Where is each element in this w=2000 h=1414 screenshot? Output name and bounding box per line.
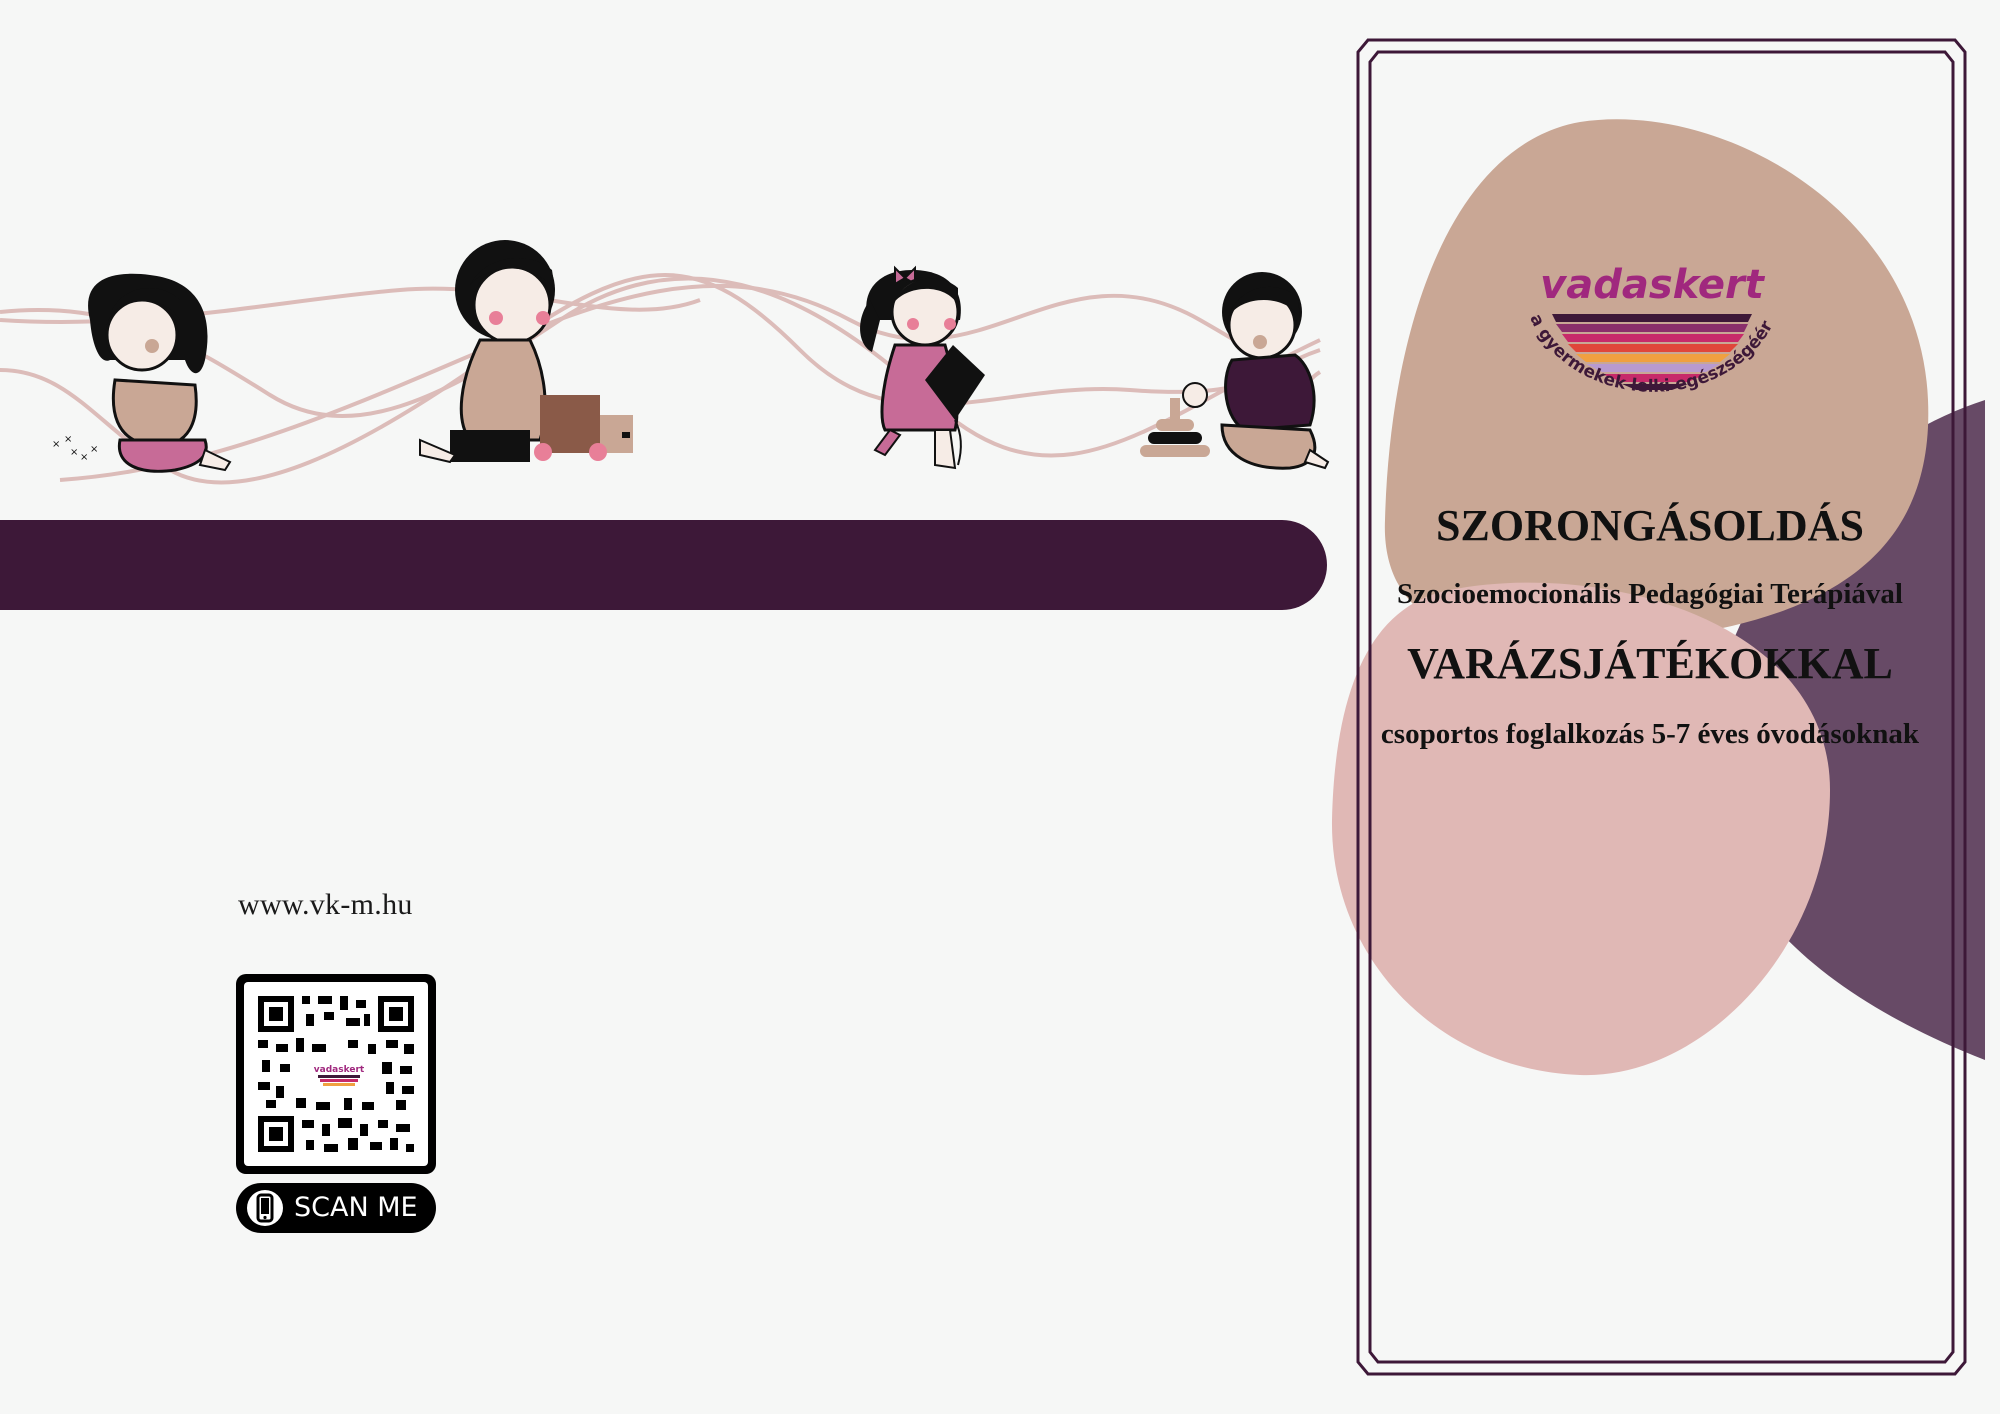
website-url[interactable]: www.vk-m.hu [238,888,413,922]
subtitle: Szocioemocionális Pedagógiai Terápiával [1397,578,1903,610]
svg-text:×: × [90,444,98,455]
phone-icon [247,1190,283,1226]
svg-text:×: × [70,447,78,458]
svg-text:×: × [52,439,60,450]
child-with-stacking-toy-icon [1140,272,1330,470]
child-with-truck-icon [419,240,633,464]
qr-logo-text: vadaskert [314,1065,365,1075]
scan-me-label: SCAN ME [294,1192,418,1223]
main-title: SZORONGÁSOLDÁS [1436,501,1864,550]
vadaskert-logo: vadaskert a gyermekek lelki egészségéért [1512,252,1777,397]
audience-text: csoportos foglalkozás 5-7 éves óvodásokn… [1380,718,1920,750]
brand-name: vadaskert [1540,262,1766,308]
scan-me-badge[interactable]: SCAN ME [236,1183,436,1233]
svg-text:×: × [64,434,72,445]
child-sitting-icon: × ×× ×× [52,273,232,473]
svg-text:×: × [80,452,88,463]
secondary-title: VARÁZSJÁTÉKOKKAL [1407,639,1893,688]
qr-code-icon: vadaskert [236,974,436,1174]
child-with-kite-icon [860,265,985,470]
